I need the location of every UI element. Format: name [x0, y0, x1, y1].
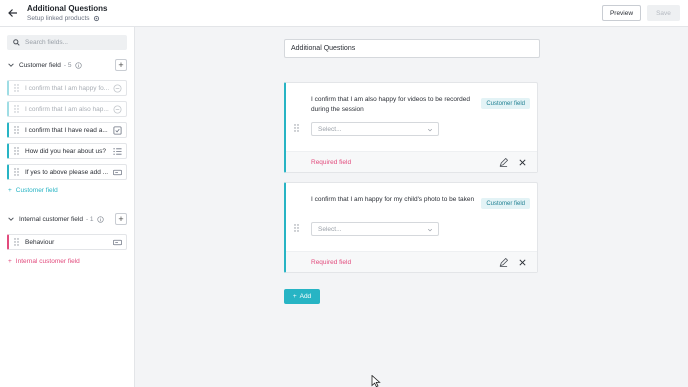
- add-internal-field-link[interactable]: + Internal customer field: [8, 258, 80, 265]
- subtitle-text: Setup linked products: [27, 15, 90, 22]
- question-card[interactable]: I confirm that I am also happy for video…: [284, 82, 538, 173]
- question-text: I confirm that I am happy for my child's…: [311, 196, 475, 203]
- radio-option-icon: [113, 84, 122, 93]
- close-icon[interactable]: [518, 258, 527, 267]
- save-button[interactable]: Save: [647, 5, 680, 21]
- internal-field-section-header[interactable]: Internal customer field - 1 +: [7, 212, 129, 226]
- search-box[interactable]: [7, 35, 127, 50]
- search-input[interactable]: [25, 39, 120, 46]
- cursor-icon: [371, 375, 381, 387]
- page-title: Additional Questions: [27, 4, 108, 13]
- required-field-toggle[interactable]: Required field: [311, 259, 351, 266]
- drag-handle-icon[interactable]: [14, 105, 19, 113]
- back-arrow-icon[interactable]: [8, 8, 18, 18]
- field-type-badge: Customer field: [481, 198, 530, 209]
- drag-handle-icon[interactable]: [14, 238, 19, 246]
- sidebar-field-item[interactable]: Behaviour: [7, 234, 127, 250]
- page-subtitle[interactable]: Setup linked products: [27, 15, 100, 22]
- field-label: I confirm that I am happy fo...: [25, 84, 110, 92]
- section-name: Customer field: [19, 61, 61, 69]
- preview-button[interactable]: Preview: [602, 5, 641, 21]
- sidebar-field-item[interactable]: How did you hear about us?: [7, 143, 127, 159]
- info-icon[interactable]: [96, 215, 104, 223]
- sidebar-field-item[interactable]: If yes to above please add ...: [7, 164, 127, 180]
- card-footer: Required field: [286, 251, 537, 272]
- chevron-down-icon[interactable]: [7, 215, 15, 223]
- add-customer-field-button[interactable]: +: [115, 59, 127, 71]
- drag-handle-icon[interactable]: [14, 84, 19, 92]
- drag-handle-icon[interactable]: [14, 126, 19, 134]
- required-field-toggle[interactable]: Required field: [311, 159, 351, 166]
- chevron-down-icon[interactable]: [7, 61, 15, 69]
- info-icon[interactable]: [74, 61, 82, 69]
- search-icon: [13, 39, 20, 46]
- gear-icon[interactable]: [93, 15, 100, 22]
- question-text: I confirm that I am also happy for video…: [311, 96, 470, 113]
- add-customer-field-link[interactable]: + Customer field: [8, 187, 58, 194]
- text-input-icon: [113, 239, 122, 246]
- add-question-label: Add: [299, 293, 312, 300]
- field-label: How did you hear about us?: [25, 147, 106, 155]
- sidebar-field-item[interactable]: I confirm that I am happy fo...: [7, 80, 127, 96]
- add-question-button[interactable]: + Add: [284, 289, 320, 304]
- text-input-icon: [113, 169, 122, 176]
- edit-icon[interactable]: [499, 158, 508, 167]
- close-icon[interactable]: [518, 158, 527, 167]
- plus-icon: +: [292, 293, 297, 300]
- field-label: Behaviour: [25, 238, 55, 246]
- card-footer: Required field: [286, 151, 537, 172]
- edit-icon[interactable]: [499, 258, 508, 267]
- sidebar-field-item[interactable]: I confirm that I am also hap...: [7, 101, 127, 117]
- add-internal-field-button[interactable]: +: [115, 213, 127, 225]
- section-count: - 1: [85, 215, 94, 223]
- field-label: I confirm that I have read a...: [25, 126, 108, 134]
- section-name: Internal customer field: [19, 215, 83, 223]
- field-label: If yes to above please add ...: [25, 168, 109, 176]
- field-type-badge: Customer field: [481, 98, 530, 109]
- drag-handle-icon[interactable]: [14, 168, 19, 176]
- drag-handle-icon[interactable]: [294, 124, 299, 132]
- sidebar-field-item[interactable]: I confirm that I have read a...: [7, 122, 127, 138]
- drag-handle-icon[interactable]: [14, 147, 19, 155]
- plus-icon: +: [8, 258, 12, 265]
- question-card[interactable]: I confirm that I am happy for my child's…: [284, 182, 538, 273]
- select-placeholder: Select...: [318, 225, 342, 233]
- answer-select[interactable]: Select...: [311, 222, 439, 236]
- checkbox-icon: [113, 126, 122, 135]
- sidebar: Customer field - 5 + I confirm that I am…: [0, 27, 135, 387]
- chevron-down-icon: [427, 228, 433, 232]
- select-placeholder: Select...: [318, 125, 342, 133]
- list-icon: [113, 148, 122, 155]
- answer-select[interactable]: Select...: [311, 122, 439, 136]
- field-label: I confirm that I am also hap...: [25, 105, 109, 113]
- section-count: - 5: [63, 61, 72, 69]
- customer-field-section-header[interactable]: Customer field - 5 +: [7, 58, 129, 72]
- plus-icon: +: [8, 187, 12, 194]
- drag-handle-icon[interactable]: [294, 224, 299, 232]
- add-internal-field-label: Internal customer field: [15, 258, 80, 265]
- chevron-down-icon: [427, 128, 433, 132]
- radio-option-icon: [113, 105, 122, 114]
- questions-name-input[interactable]: Additional Questions: [284, 39, 540, 58]
- add-customer-field-label: Customer field: [15, 187, 58, 194]
- top-bar: Additional Questions Setup linked produc…: [0, 0, 688, 27]
